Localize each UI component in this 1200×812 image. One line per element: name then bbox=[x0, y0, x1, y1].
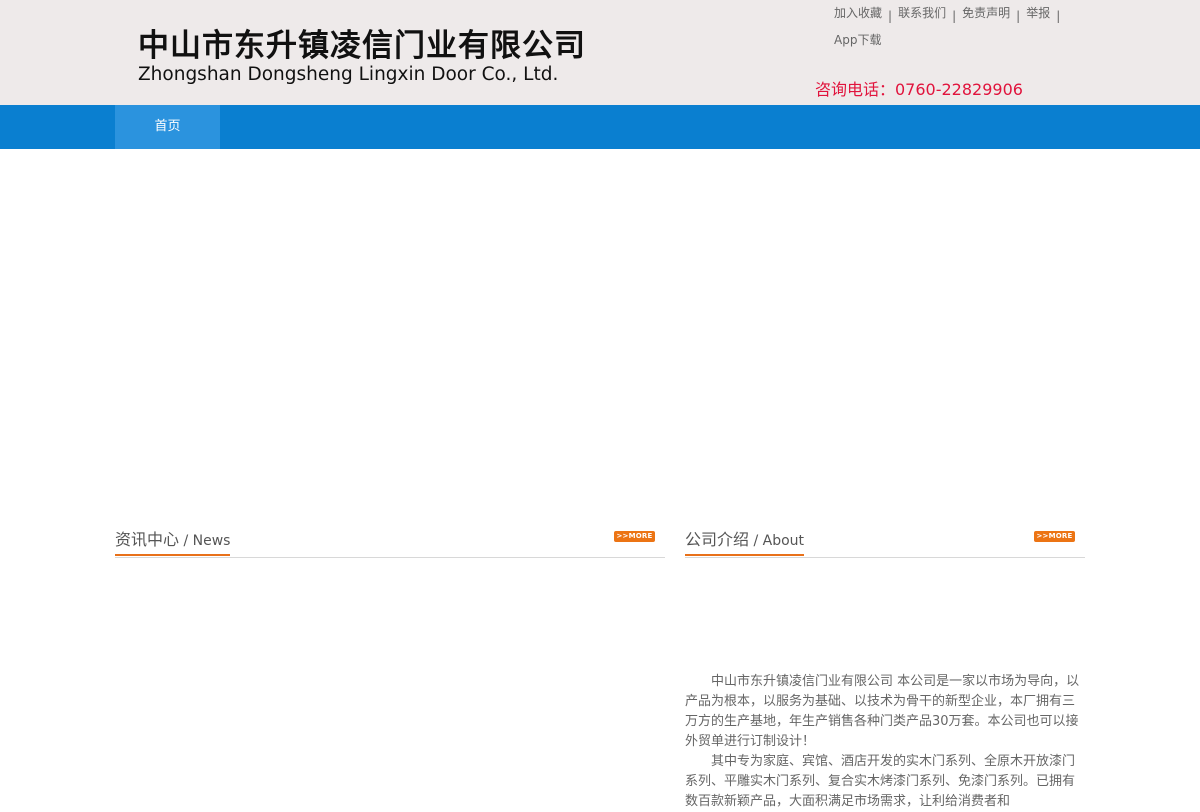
separator: | bbox=[1016, 9, 1021, 23]
site-header: 中山市东升镇凌信门业有限公司 Zhongshan Dongsheng Lingx… bbox=[0, 0, 1200, 105]
separator: | bbox=[952, 9, 957, 23]
hotline-phone: 咨询电话：0760-22829906 bbox=[815, 80, 1023, 99]
separator: | bbox=[1056, 9, 1061, 23]
about-paragraph: 中山市东升镇凌信门业有限公司 本公司是一家以市场为导向，以产品为根本，以服务为基… bbox=[685, 674, 1080, 749]
about-title-cn: 公司介绍 bbox=[685, 530, 750, 549]
app-download-link[interactable]: App下载 bbox=[834, 33, 881, 47]
about-more-button[interactable]: >>MORE bbox=[1034, 531, 1075, 542]
about-paragraph: 其中专为家庭、宾馆、酒店开发的实木门系列、全原木开放漆门系列、平雕实木门系列、复… bbox=[685, 754, 1076, 809]
logo-english[interactable]: Zhongshan Dongsheng Lingxin Door Co., Lt… bbox=[138, 64, 558, 85]
about-text: 中山市东升镇凌信门业有限公司 本公司是一家以市场为导向，以产品为根本，以服务为基… bbox=[685, 672, 1081, 812]
report-link[interactable]: 举报 bbox=[1026, 6, 1050, 20]
about-section-title: 公司介绍 / About bbox=[685, 526, 805, 556]
logo-chinese[interactable]: 中山市东升镇凌信门业有限公司 bbox=[138, 20, 586, 65]
news-section-header: 资讯中心 / News >>MORE bbox=[115, 524, 665, 558]
top-link-report: 举报 | bbox=[1026, 4, 1061, 23]
disclaimer-link[interactable]: 免责声明 bbox=[962, 6, 1010, 20]
separator: | bbox=[888, 9, 893, 23]
about-section-header: 公司介绍 / About >>MORE bbox=[685, 524, 1085, 558]
add-favorite-link[interactable]: 加入收藏 bbox=[834, 6, 882, 20]
main-nav: 首页 bbox=[0, 105, 1200, 149]
top-link-favorite: 加入收藏 | bbox=[834, 4, 893, 23]
banner-area bbox=[0, 149, 1200, 509]
news-section-title: 资讯中心 / News bbox=[115, 526, 231, 556]
top-link-contact: 联系我们 | bbox=[898, 4, 957, 23]
nav-item-home[interactable]: 首页 bbox=[115, 105, 220, 149]
top-link-disclaimer: 免责声明 | bbox=[962, 4, 1021, 23]
top-links: 加入收藏 | 联系我们 | 免责声明 | 举报 | App下载 bbox=[834, 4, 1074, 58]
news-title-cn: 资讯中心 bbox=[115, 530, 180, 549]
top-link-app: App下载 bbox=[834, 31, 881, 49]
contact-us-link[interactable]: 联系我们 bbox=[898, 6, 946, 20]
about-title-en: / About bbox=[749, 533, 805, 549]
news-more-button[interactable]: >>MORE bbox=[614, 531, 655, 542]
news-title-en: / News bbox=[179, 533, 231, 549]
